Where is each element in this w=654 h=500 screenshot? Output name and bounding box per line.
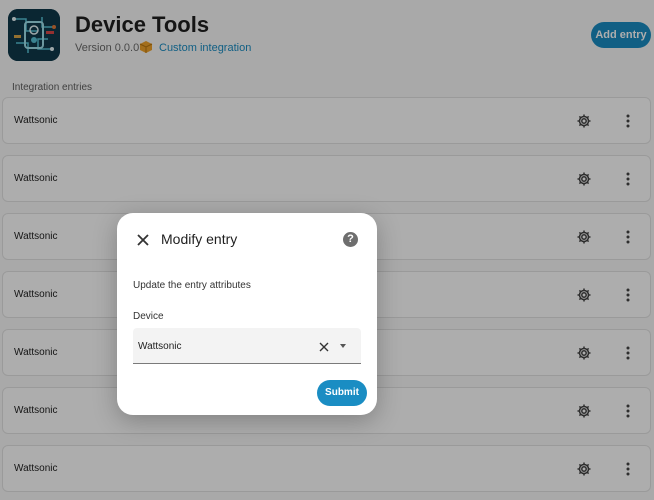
dialog-title: Modify entry: [161, 231, 238, 247]
modify-entry-dialog: Modify entry ? Update the entry attribut…: [117, 213, 377, 415]
submit-button[interactable]: Submit: [317, 380, 367, 406]
chevron-down-icon[interactable]: [340, 344, 346, 348]
device-select[interactable]: Wattsonic: [133, 328, 361, 364]
device-field-label: Device: [133, 311, 164, 322]
device-select-value: Wattsonic: [138, 341, 182, 352]
dialog-description: Update the entry attributes: [133, 280, 251, 291]
clear-icon[interactable]: [318, 340, 330, 352]
close-icon[interactable]: [135, 232, 151, 248]
help-icon[interactable]: ?: [343, 232, 358, 247]
